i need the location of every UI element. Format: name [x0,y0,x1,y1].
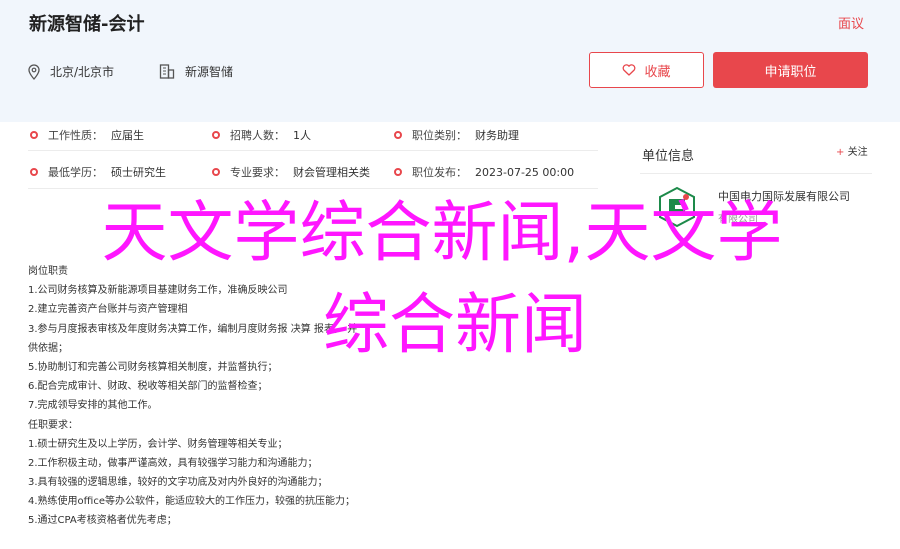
company-info-title: 单位信息 [642,149,695,164]
divider [640,173,872,174]
description-line: 2.工作积极主动，做事严谨高效，具有较强学习能力和沟通能力； [28,457,318,469]
bullet-icon [394,131,402,139]
bullet-icon [212,131,220,139]
bullet-icon [30,168,38,176]
meta-category: 职位类别： 财务助理 [394,127,519,143]
description-line: 4.熟练使用office等办公软件，能适应较大的工作压力，较强的抗压能力； [28,496,355,508]
description-line: 3.具有较强的逻辑思维，较好的文字功底及对内外良好的沟通能力； [28,477,328,489]
description-line: 5.通过CPA考核资格者优先考虑； [28,515,177,527]
heart-icon [623,64,636,76]
divider [28,188,598,189]
job-title: 新源智储-会计 [29,14,145,35]
apply-button[interactable]: 申请职位 [713,52,868,88]
overlay-headline-line-2: 综合新闻 [323,286,587,363]
bullet-icon [30,131,38,139]
plus-icon: + [836,147,845,158]
job-header: 新源智储-会计 面议 北京/北京市 新源智储 收藏 申请职位 [0,0,900,122]
description-line: 1.硕士研究生及以上学历，会计学、财务管理等相关专业； [28,438,288,450]
apply-label: 申请职位 [764,64,817,80]
description-line: 6.配合完成审计、财政、税收等相关部门的监督检查； [28,381,268,393]
location-text: 北京/北京市 [50,65,115,79]
company-link[interactable]: 新源智储 [159,63,233,80]
building-icon [159,64,175,79]
salary-label: 面议 [838,17,865,32]
divider [28,150,598,151]
meta-nature: 工作性质： 应届生 [30,127,144,143]
location-pin-icon [28,63,40,80]
bullet-icon [212,168,220,176]
description-line: 7.完成领导安排的其他工作。 [28,400,158,412]
meta-date: 职位发布： 2023-07-25 00:00 [394,164,574,180]
follow-button[interactable]: + 关注 [836,143,868,158]
favorite-label: 收藏 [644,64,671,80]
bullet-icon [394,168,402,176]
meta-major: 专业要求： 财会管理相关类 [212,164,370,180]
company-text: 新源智储 [185,65,234,79]
favorite-button[interactable]: 收藏 [589,52,704,88]
overlay-headline-line-1: 天文学综合新闻,天文学 [101,194,783,271]
meta-count: 招聘人数： 1人 [212,127,311,143]
meta-education: 最低学历： 硕士研究生 [30,164,166,180]
description-line: 任职要求： [28,419,78,431]
location: 北京/北京市 [28,63,114,80]
